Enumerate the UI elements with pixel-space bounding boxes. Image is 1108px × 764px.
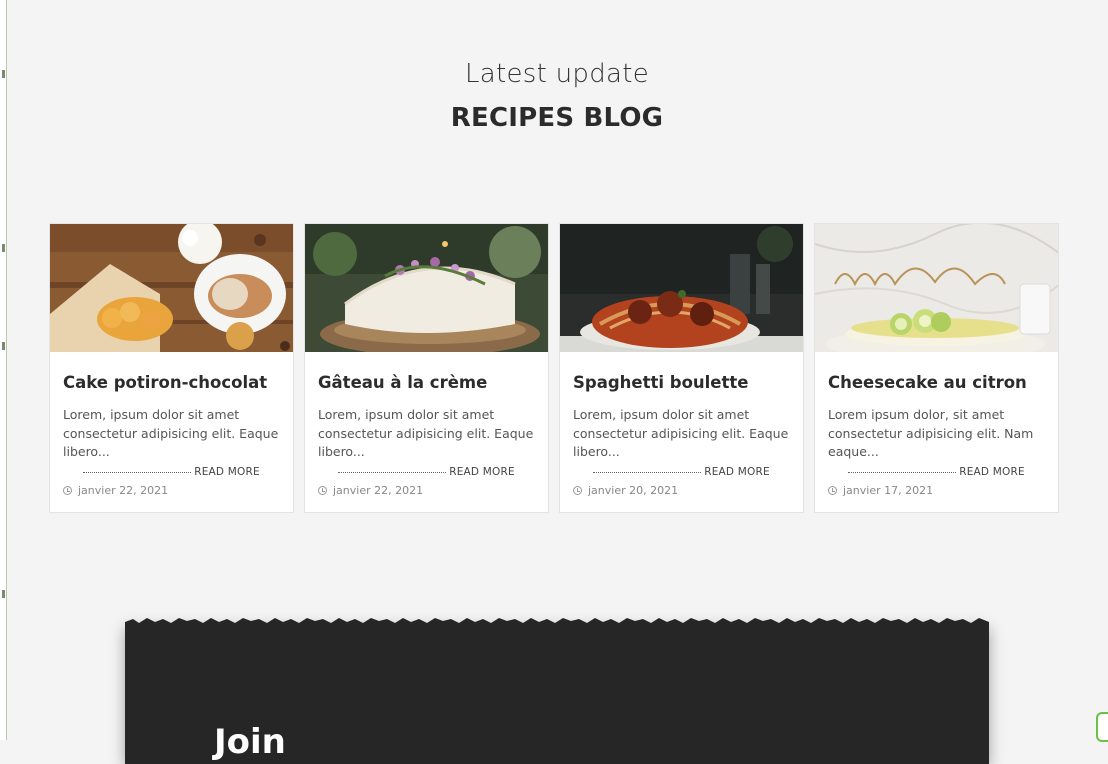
read-more-link[interactable]: READ MORE <box>828 466 1045 478</box>
read-more-label[interactable]: READ MORE <box>449 466 515 478</box>
edge-marker <box>2 342 5 350</box>
read-more-dots <box>83 472 192 473</box>
card-excerpt: Lorem ipsum dolor, sit amet consectetur … <box>828 407 1034 459</box>
post-date-text: janvier 22, 2021 <box>78 484 169 497</box>
read-more-label[interactable]: READ MORE <box>959 466 1025 478</box>
torn-edge <box>125 618 989 626</box>
edge-marker <box>2 244 5 252</box>
card-title[interactable]: Gâteau à la crème <box>318 372 535 394</box>
card-title[interactable]: Cake potiron-chocolat <box>63 372 280 394</box>
section-title: RECIPES BLOG <box>450 103 664 133</box>
recipe-card-list: Cake potiron-chocolat Lorem, ipsum dolor… <box>49 223 1059 513</box>
clock-icon <box>63 486 72 495</box>
recipe-card[interactable]: Cheesecake au citron Lorem ipsum dolor, … <box>814 223 1059 513</box>
post-date: janvier 22, 2021 <box>318 484 535 497</box>
card-excerpt: Lorem, ipsum dolor sit amet consectetur … <box>573 407 789 459</box>
recipe-card[interactable]: Cake potiron-chocolat Lorem, ipsum dolor… <box>49 223 294 513</box>
post-date-text: janvier 17, 2021 <box>843 484 934 497</box>
join-title: Join <box>214 722 286 762</box>
card-title[interactable]: Cheesecake au citron <box>828 372 1045 394</box>
card-excerpt: Lorem, ipsum dolor sit amet consectetur … <box>63 407 279 459</box>
join-newsletter-panel: Join <box>125 618 989 764</box>
clock-icon <box>573 486 582 495</box>
read-more-link[interactable]: READ MORE <box>573 466 790 478</box>
post-date: janvier 22, 2021 <box>63 484 280 497</box>
recipe-card[interactable]: Spaghetti boulette Lorem, ipsum dolor si… <box>559 223 804 513</box>
read-more-dots <box>593 472 702 473</box>
recipe-thumbnail-lemon-cheesecake[interactable] <box>815 224 1058 352</box>
section-kicker: Latest update <box>464 59 650 89</box>
read-more-link[interactable]: READ MORE <box>318 466 535 478</box>
clock-icon <box>828 486 837 495</box>
card-title[interactable]: Spaghetti boulette <box>573 372 790 394</box>
card-excerpt: Lorem, ipsum dolor sit amet consectetur … <box>318 407 534 459</box>
post-date: janvier 17, 2021 <box>828 484 1045 497</box>
recipe-card[interactable]: Gâteau à la crème Lorem, ipsum dolor sit… <box>304 223 549 513</box>
clock-icon <box>318 486 327 495</box>
post-date-text: janvier 22, 2021 <box>333 484 424 497</box>
edge-marker <box>2 590 5 598</box>
read-more-dots <box>338 472 447 473</box>
read-more-label[interactable]: READ MORE <box>704 466 770 478</box>
recipe-thumbnail-cream-cake[interactable] <box>305 224 548 352</box>
post-date-text: janvier 20, 2021 <box>588 484 679 497</box>
read-more-link[interactable]: READ MORE <box>63 466 280 478</box>
recipe-thumbnail-spaghetti[interactable] <box>560 224 803 352</box>
section-header: Latest update RECIPES BLOG <box>6 56 1108 134</box>
recipe-thumbnail-pumpkin-cake[interactable] <box>50 224 293 352</box>
post-date: janvier 20, 2021 <box>573 484 790 497</box>
read-more-label[interactable]: READ MORE <box>194 466 260 478</box>
read-more-dots <box>848 472 957 473</box>
chat-widget-icon[interactable] <box>1096 712 1108 742</box>
edge-marker <box>2 70 5 78</box>
